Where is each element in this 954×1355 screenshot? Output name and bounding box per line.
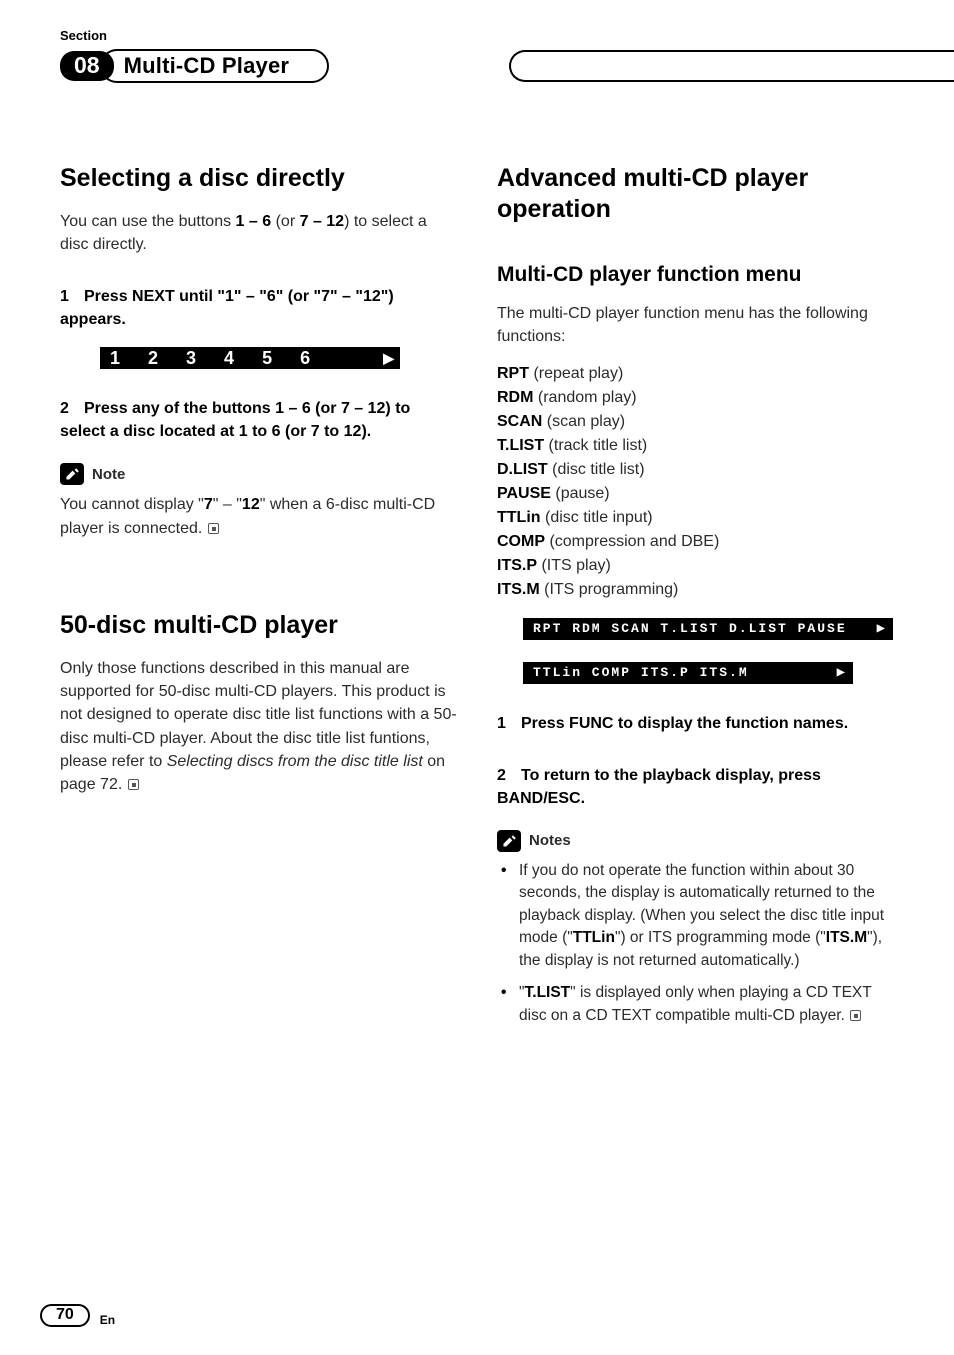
- note-label: Note: [92, 464, 125, 486]
- text-bold: 1 – 6: [236, 213, 272, 230]
- function-menu-intro: The multi-CD player function menu has th…: [497, 302, 894, 348]
- strip-num: 2: [148, 345, 158, 371]
- text: " – ": [213, 496, 242, 513]
- notes-list: If you do not operate the function withi…: [497, 860, 894, 1027]
- func-desc: (ITS programming): [540, 581, 679, 598]
- language-code: En: [100, 1313, 115, 1327]
- arrow-right-icon: ▶: [877, 619, 887, 639]
- step-2: 2Press any of the buttons 1 – 6 (or 7 – …: [60, 397, 457, 443]
- step-text: Press NEXT until "1" – "6" (or "7" – "12…: [60, 288, 394, 328]
- arrow-right-icon: ▶: [383, 348, 394, 368]
- text: (or: [271, 213, 299, 230]
- strip-num: 5: [262, 345, 272, 371]
- note-header: Note: [60, 463, 457, 485]
- text: You cannot display ": [60, 496, 204, 513]
- text: " is displayed only when playing a CD TE…: [519, 984, 871, 1023]
- func-key: TTLin: [497, 509, 541, 526]
- func-item: RPT (repeat play): [497, 362, 894, 386]
- display-strip-functions-2: TTLin COMP ITS.P ITS.M ▶: [523, 662, 853, 684]
- page-footer: 70 En: [40, 1304, 115, 1327]
- func-item: RDM (random play): [497, 386, 894, 410]
- func-desc: (random play): [533, 389, 636, 406]
- note-item: If you do not operate the function withi…: [497, 860, 894, 972]
- step-text: Press any of the buttons 1 – 6 (or 7 – 1…: [60, 400, 410, 440]
- text: ") or ITS programming mode (": [615, 929, 826, 946]
- text-bold: 7 – 12: [300, 213, 344, 230]
- text-bold: ITS.M: [826, 929, 867, 946]
- text: You can use the buttons: [60, 213, 236, 230]
- text-bold: T.LIST: [525, 984, 571, 1001]
- step-2-right: 2To return to the playback display, pres…: [497, 764, 894, 810]
- arrow-right-icon: ▶: [837, 663, 847, 683]
- section-label: Section: [60, 28, 894, 43]
- end-mark-icon: [850, 1010, 861, 1021]
- func-item: T.LIST (track title list): [497, 434, 894, 458]
- strip-text: RPT RDM SCAN T.LIST D.LIST PAUSE: [533, 620, 847, 639]
- display-strip-numbers: 1 2 3 4 5 6 ▶: [100, 347, 400, 369]
- func-item: PAUSE (pause): [497, 482, 894, 506]
- function-list: RPT (repeat play) RDM (random play) SCAN…: [497, 362, 894, 602]
- heading-advanced-operation: Advanced multi-CD player operation: [497, 163, 894, 226]
- strip-num: 1: [110, 345, 120, 371]
- right-column: Advanced multi-CD player operation Multi…: [497, 163, 894, 1037]
- func-item: TTLin (disc title input): [497, 506, 894, 530]
- heading-selecting-disc: Selecting a disc directly: [60, 163, 457, 194]
- note-text: You cannot display "7" – "12" when a 6-d…: [60, 493, 457, 539]
- pencil-icon: [497, 830, 521, 852]
- step-text: Press FUNC to display the function names…: [521, 715, 848, 732]
- note-item: "T.LIST" is displayed only when playing …: [497, 982, 894, 1027]
- text-bold: 12: [242, 496, 260, 513]
- paragraph-50-disc: Only those functions described in this m…: [60, 657, 457, 796]
- step-text: To return to the playback display, press…: [497, 767, 821, 807]
- text-bold: TTLin: [573, 929, 615, 946]
- section-number-pill: 08: [60, 51, 114, 80]
- header-lozenge: Multi-CD Player: [100, 49, 330, 83]
- strip-text: TTLin COMP ITS.P ITS.M: [533, 664, 749, 683]
- strip-num: 4: [224, 345, 234, 371]
- func-desc: (repeat play): [529, 365, 623, 382]
- strip-num: 3: [186, 345, 196, 371]
- notes-header: Notes: [497, 830, 894, 852]
- func-item: SCAN (scan play): [497, 410, 894, 434]
- func-item: D.LIST (disc title list): [497, 458, 894, 482]
- func-key: PAUSE: [497, 485, 551, 502]
- page-number: 70: [40, 1304, 90, 1327]
- left-column: Selecting a disc directly You can use th…: [60, 163, 457, 1037]
- text-bold: 7: [204, 496, 213, 513]
- heading-50-disc: 50-disc multi-CD player: [60, 610, 457, 641]
- intro-paragraph: You can use the buttons 1 – 6 (or 7 – 12…: [60, 210, 457, 256]
- func-key: RPT: [497, 365, 529, 382]
- func-item: ITS.P (ITS play): [497, 554, 894, 578]
- func-desc: (ITS play): [537, 557, 611, 574]
- page-header: 08 Multi-CD Player: [60, 49, 894, 83]
- notes-label: Notes: [529, 830, 571, 852]
- func-desc: (scan play): [542, 413, 625, 430]
- func-key: ITS.M: [497, 581, 540, 598]
- page-title: Multi-CD Player: [124, 53, 290, 79]
- func-desc: (disc title list): [548, 461, 645, 478]
- end-mark-icon: [128, 779, 139, 790]
- text-italic-ref: Selecting discs from the disc title list: [167, 753, 423, 770]
- func-key: ITS.P: [497, 557, 537, 574]
- step-1: 1Press NEXT until "1" – "6" (or "7" – "1…: [60, 285, 457, 331]
- func-key: COMP: [497, 533, 545, 550]
- func-item: COMP (compression and DBE): [497, 530, 894, 554]
- func-key: D.LIST: [497, 461, 548, 478]
- subheading-function-menu: Multi-CD player function menu: [497, 260, 894, 290]
- func-key: RDM: [497, 389, 533, 406]
- func-desc: (compression and DBE): [545, 533, 719, 550]
- step-1-right: 1Press FUNC to display the function name…: [497, 712, 894, 735]
- func-desc: (track title list): [544, 437, 647, 454]
- func-key: SCAN: [497, 413, 542, 430]
- header-right-tab: [509, 50, 954, 82]
- func-item: ITS.M (ITS programming): [497, 578, 894, 602]
- end-mark-icon: [208, 523, 219, 534]
- func-desc: (disc title input): [541, 509, 653, 526]
- pencil-icon: [60, 463, 84, 485]
- func-key: T.LIST: [497, 437, 544, 454]
- func-desc: (pause): [551, 485, 610, 502]
- display-strip-functions-1: RPT RDM SCAN T.LIST D.LIST PAUSE ▶: [523, 618, 893, 640]
- strip-num: 6: [300, 345, 310, 371]
